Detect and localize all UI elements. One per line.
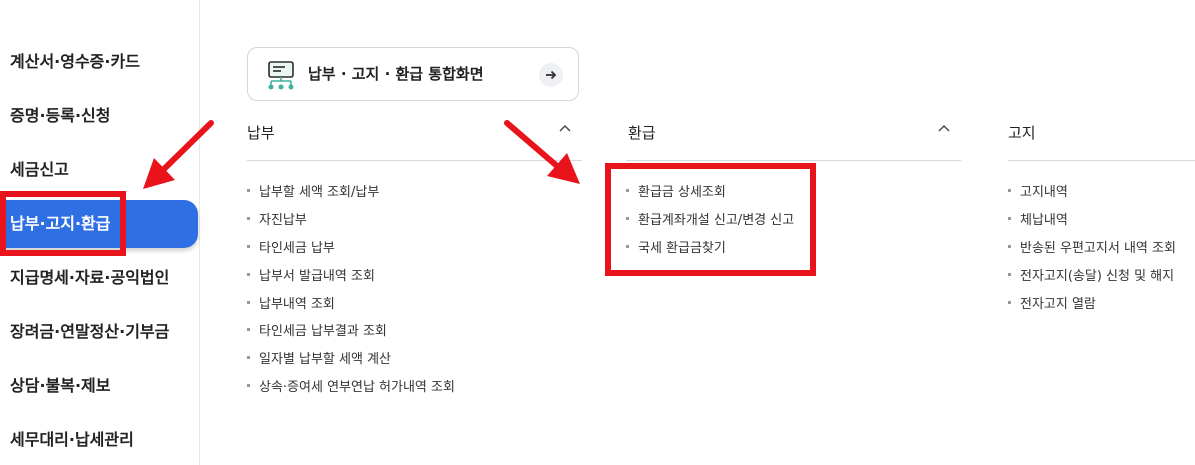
list-item[interactable]: 타인세금 납부결과 조회	[247, 320, 387, 339]
list-item[interactable]: 타인세금 납부	[247, 237, 335, 256]
payment-column: 납부 납부할 세액 조회/납부 자진납부 타인세금 납부 납부서 발급내역 조회…	[247, 113, 582, 395]
integrated-screen-label: 납부 · 고지 · 환급 통합화면	[308, 65, 484, 83]
chevron-up-icon[interactable]	[558, 122, 572, 137]
list-item[interactable]: 일자별 납부할 세액 계산	[247, 348, 391, 367]
annotation-box-sidebar	[0, 191, 126, 256]
sidebar-item-consult[interactable]: 상담·불복·제보	[0, 362, 110, 410]
refund-column-header[interactable]: 환급	[626, 113, 961, 161]
column-title: 환급	[628, 124, 656, 142]
sidebar-item-agent[interactable]: 세무대리·납세관리	[0, 416, 134, 464]
column-title: 고지	[1008, 124, 1036, 142]
list-item[interactable]: 납부서 발급내역 조회	[247, 265, 375, 284]
sidebar-item-certificate[interactable]: 증명·등록·신청	[0, 92, 110, 140]
sidebar-item-invoice[interactable]: 계산서·영수증·카드	[0, 38, 140, 86]
list-item[interactable]: 자진납부	[247, 209, 307, 228]
sidebar-item-tax-filing[interactable]: 세금신고	[0, 146, 69, 194]
integrated-screen-card[interactable]: 납부 · 고지 · 환급 통합화면	[247, 47, 579, 101]
notice-column-header[interactable]: 고지	[1008, 113, 1195, 161]
list-item[interactable]: 체납내역	[1008, 209, 1068, 228]
notice-column: 고지 고지내역 체납내역 반송된 우편고지서 내역 조회 전자고지(송달) 신청…	[1008, 113, 1195, 312]
annotation-box-refund	[605, 163, 816, 276]
network-screen-icon	[265, 60, 297, 92]
list-item[interactable]: 반송된 우편고지서 내역 조회	[1008, 237, 1176, 256]
column-title: 납부	[247, 124, 275, 142]
list-item[interactable]: 전자고지 열람	[1008, 293, 1096, 312]
list-item[interactable]: 고지내역	[1008, 181, 1068, 200]
refund-column: 환급 환급금 상세조회 환급계좌개설 신고/변경 신고 국세 환급금찾기	[626, 113, 961, 256]
sidebar-item-incentive[interactable]: 장려금·연말정산·기부금	[0, 308, 169, 356]
chevron-up-icon[interactable]	[937, 122, 951, 137]
arrow-right-icon[interactable]	[539, 63, 563, 87]
list-item[interactable]: 납부내역 조회	[247, 293, 335, 312]
payment-column-header[interactable]: 납부	[247, 113, 582, 161]
list-item[interactable]: 상속·증여세 연부연납 허가내역 조회	[247, 376, 455, 395]
list-item[interactable]: 전자고지(송달) 신청 및 해지	[1008, 265, 1174, 284]
sidebar-item-statement[interactable]: 지급명세·자료·공익법인	[0, 254, 169, 302]
list-item[interactable]: 납부할 세액 조회/납부	[247, 181, 379, 200]
